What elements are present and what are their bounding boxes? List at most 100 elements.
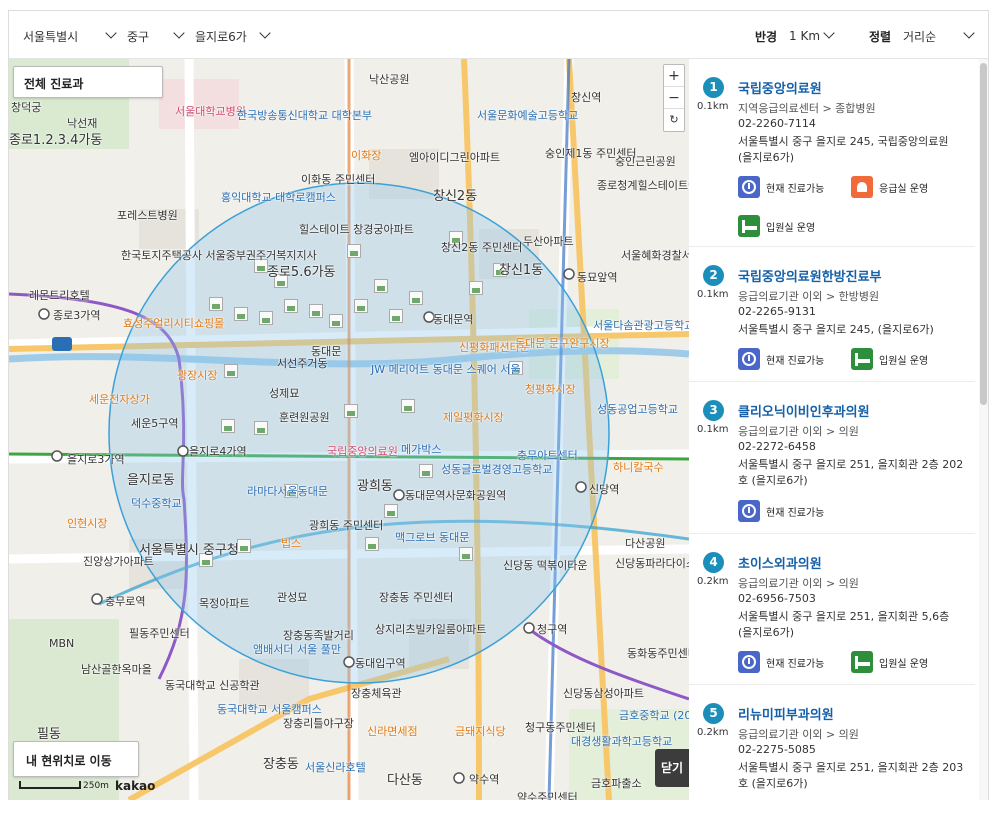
chevron-down-icon	[259, 27, 271, 39]
map-label: 창신역	[571, 91, 602, 104]
map-label: 종로청계힐스테이트아파트	[597, 179, 689, 192]
district-select[interactable]: 중구	[121, 23, 187, 49]
dong-select[interactable]: 을지로6가	[189, 23, 273, 49]
map-label: 동화동주민센터	[627, 647, 689, 660]
chevron-down-icon	[823, 27, 835, 39]
hospital-phone: 02-2275-5085	[738, 743, 816, 756]
map-label: 을지로동	[127, 473, 175, 488]
map-label: 서울문화예술고등학교	[477, 109, 579, 122]
hospital-type: 응급의료기관 이외 > 의원	[738, 728, 859, 741]
my-location-button[interactable]: 내 현위치로 이동	[13, 741, 139, 777]
zoom-out-button[interactable]: −	[664, 87, 684, 109]
list-item[interactable]: 5 0.2km 리뉴미피부과의원 응급의료기관 이외 > 의원 02-2275-…	[689, 685, 975, 800]
map-label: 인현시장	[67, 517, 108, 530]
hospital-marker[interactable]	[259, 311, 273, 325]
map-scale-label: 250m	[83, 781, 109, 791]
map-label: 국립중앙의료원	[327, 445, 398, 458]
map-view[interactable]: 종로1.2.3.4가동 창덕궁 낙선재 서울대학교병원 한국방송통신대학교 대학…	[9, 59, 689, 800]
hospital-marker[interactable]	[469, 281, 483, 295]
sort-select[interactable]: 거리순	[897, 23, 977, 49]
map-label: 빕스	[281, 537, 302, 550]
hospital-marker[interactable]	[354, 299, 368, 313]
hospital-marker[interactable]	[234, 307, 248, 321]
hospital-marker[interactable]	[389, 309, 403, 323]
map-label: 라마다서울동대문	[247, 485, 328, 498]
radius-select[interactable]: 1 Km	[783, 23, 837, 49]
zoom-in-button[interactable]: +	[664, 65, 684, 87]
rank-badge: 2	[703, 265, 724, 286]
hospital-marker[interactable]	[254, 421, 268, 435]
hospital-marker[interactable]	[329, 314, 343, 328]
status-tag: 현재 진료가능	[738, 176, 824, 198]
all-departments-button[interactable]: 전체 진료과	[13, 66, 163, 98]
hospital-marker[interactable]	[365, 537, 379, 551]
hospital-marker[interactable]	[401, 399, 415, 413]
radius-label: 반경	[755, 30, 778, 44]
hospital-name-link[interactable]: 리뉴미피부과의원	[738, 704, 834, 723]
hospital-marker[interactable]	[374, 279, 388, 293]
status-tag-label: 현재 진료가능	[766, 507, 825, 519]
hospital-marker[interactable]	[221, 419, 235, 433]
chevron-down-icon	[963, 27, 975, 39]
list-item[interactable]: 4 0.2km 초이스외과의원 응급의료기관 이외 > 의원 02-6956-7…	[689, 534, 975, 685]
map-label: 충무아트센터	[517, 449, 578, 462]
map-label: 숭인근린공원	[615, 155, 676, 168]
list-scrollbar-thumb[interactable]	[980, 63, 987, 405]
chevron-down-icon	[105, 27, 117, 39]
hospital-marker[interactable]	[419, 464, 433, 478]
map-label: 다산동	[387, 773, 423, 788]
map-label: 종로1.2.3.4가동	[9, 133, 103, 148]
hospital-marker[interactable]	[409, 291, 423, 305]
map-label: 레몬트리호텔	[29, 289, 90, 302]
map-label: 낙선재	[67, 117, 98, 130]
map-label: 동대문 문구완구시장	[515, 337, 610, 350]
hospital-marker[interactable]	[344, 404, 358, 418]
map-label: 메가박스	[401, 443, 442, 456]
hospital-name-link[interactable]: 초이스외과의원	[738, 553, 822, 572]
hospital-name-link[interactable]: 국립중앙의료원한방진료부	[738, 266, 882, 285]
map-label: 종로5.6가동	[267, 265, 336, 280]
hospital-marker[interactable]	[224, 364, 238, 378]
hospital-address: 서울특별시 중구 을지로 251, 을지회관 2층 203호 (을지로6가)	[738, 761, 964, 790]
status-tag-label: 입원실 운영	[766, 222, 816, 234]
hospital-marker[interactable]	[459, 547, 473, 561]
hospital-name-link[interactable]: 국립중앙의료원	[738, 78, 822, 97]
list-item[interactable]: 3 0.1km 클리오닉이비인후과의원 응급의료기관 이외 > 의원 02-22…	[689, 382, 975, 534]
map-label: 금호중학교 (2026년 3월)	[619, 709, 689, 722]
hospital-type: 응급의료기관 이외 > 의원	[738, 577, 859, 590]
hospital-marker[interactable]	[237, 539, 251, 553]
map-label: 을지로3가역	[67, 453, 125, 466]
distance-label: 0.2km	[697, 576, 729, 587]
list-item[interactable]: 2 0.1km 국립중앙의료원한방진료부 응급의료기관 이외 > 한방병원 02…	[689, 247, 975, 382]
map-label: 엠아이디그린아파트	[409, 151, 501, 164]
list-scrollbar[interactable]	[979, 59, 988, 800]
map-label: 효성주얼리시티쇼핑몰	[123, 317, 225, 330]
hospital-name-link[interactable]: 클리오닉이비인후과의원	[738, 401, 870, 420]
list-item[interactable]: 1 0.1km 국립중앙의료원 지역응급의료센터 > 종합병원 02-2260-…	[689, 59, 975, 247]
hospital-marker[interactable]	[209, 297, 223, 311]
map-label: 금호파출소	[591, 777, 642, 790]
status-tag-label: 입원실 운영	[879, 658, 929, 670]
map-label: 청구역	[537, 623, 568, 636]
reset-map-button[interactable]: ↻	[664, 109, 684, 131]
map-label: 광희동	[357, 479, 393, 494]
sort-label: 정렬	[869, 30, 892, 44]
close-map-button[interactable]: 닫기	[655, 749, 689, 787]
dong-select-value: 을지로6가	[195, 29, 247, 44]
hospital-marker[interactable]	[384, 504, 398, 518]
map-label: 동대문역사문화공원역	[405, 489, 507, 502]
map-label: 관성묘	[277, 591, 308, 604]
map-label: 신당역	[589, 483, 620, 496]
map-label: 세운5구역	[131, 417, 179, 430]
city-select[interactable]: 서울특별시	[17, 23, 119, 49]
hospital-marker[interactable]	[347, 244, 361, 258]
hospital-marker[interactable]	[309, 304, 323, 318]
hospital-address: 서울특별시 중구 을지로 245, (을지로6가)	[738, 323, 934, 336]
clock-icon	[738, 176, 760, 198]
map-label: 청평화시장	[525, 383, 576, 396]
hospital-result-list[interactable]: 1 0.1km 국립중앙의료원 지역응급의료센터 > 종합병원 02-2260-…	[689, 59, 988, 800]
hospital-type: 응급의료기관 이외 > 한방병원	[738, 290, 880, 303]
hospital-address: 서울특별시 중구 을지로 245, 국립중앙의료원 (을지로6가)	[738, 135, 949, 164]
map-label: 창신2동	[433, 189, 478, 204]
hospital-marker[interactable]	[284, 299, 298, 313]
